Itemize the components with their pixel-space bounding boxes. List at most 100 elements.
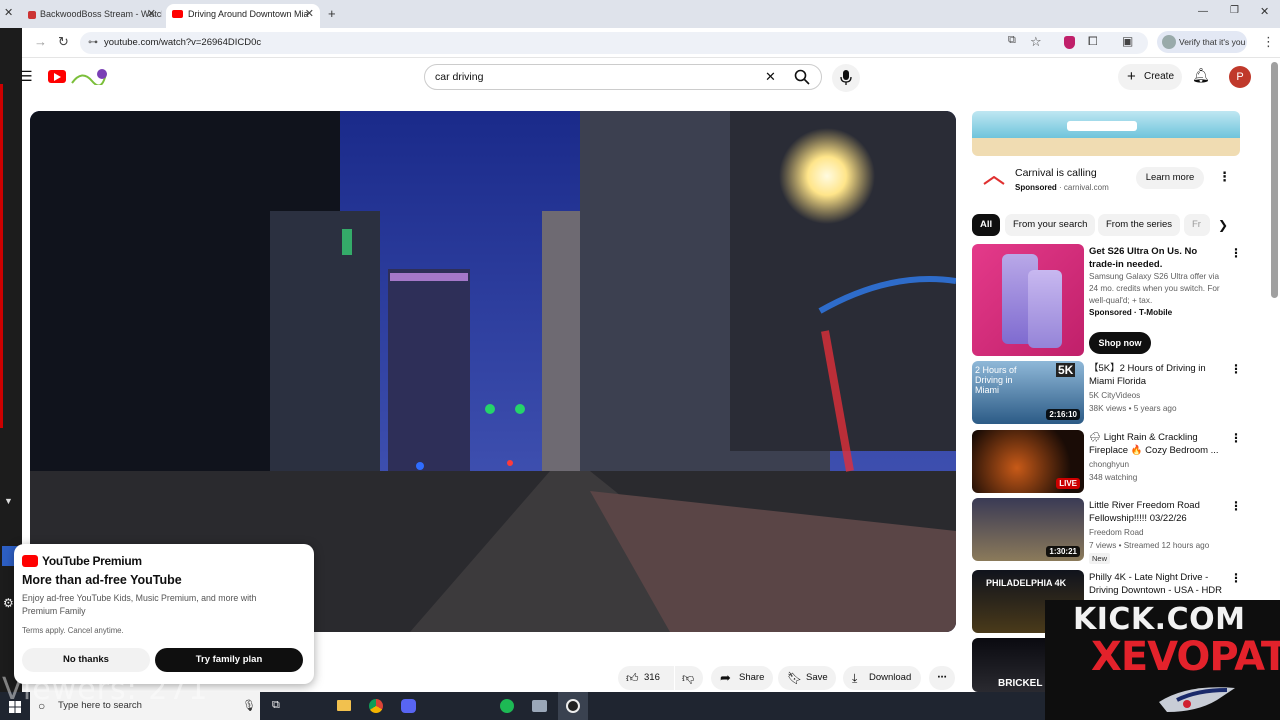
window-menu-icon[interactable]: ✕ [4, 6, 13, 19]
rec-stats: 7 views • Streamed 12 hours ago [1089, 541, 1210, 550]
premium-promo-popup: YouTube Premium More than ad-free YouTub… [14, 544, 314, 684]
rec-thumbnail[interactable]: LIVE [972, 430, 1084, 493]
forward-icon[interactable]: → [34, 34, 47, 49]
premium-heading: More than ad-free YouTube [22, 573, 182, 587]
hamburger-menu-icon[interactable]: ☰ [20, 68, 33, 85]
youtube-logo[interactable] [48, 70, 66, 83]
premium-brand: YouTube Premium [22, 554, 142, 568]
notifications-bell-icon[interactable]: 🔔︎ [1192, 67, 1210, 84]
rec-menu-icon[interactable]: ⋮ [1230, 571, 1242, 585]
rec-thumbnail[interactable] [972, 244, 1084, 356]
sidebar-ad[interactable]: Carnival is calling Sponsored · carnival… [972, 111, 1240, 205]
search-value: car driving [435, 71, 484, 83]
task-view-icon[interactable]: ⧉ [272, 699, 280, 712]
ad-title: Carnival is calling [1015, 167, 1097, 179]
close-window-icon[interactable]: ✕ [1260, 5, 1269, 18]
plus-icon: + [1127, 68, 1136, 85]
thumbs-down-icon: 👎︎ [682, 671, 695, 685]
rec-title[interactable]: Get S26 Ultra On Us. No trade-in needed. [1089, 245, 1225, 271]
team-logo-icon [1157, 682, 1237, 716]
tab-title: BackwoodBoss Stream - Watch [40, 9, 162, 19]
no-thanks-button[interactable]: No thanks [22, 648, 150, 672]
chrome-icon[interactable] [369, 699, 383, 713]
create-button[interactable]: + Create [1118, 64, 1182, 90]
reload-icon[interactable]: ↻ [58, 34, 69, 50]
cast-icon[interactable]: ⧉ [1008, 34, 1016, 47]
save-button[interactable]: 🔖︎ Save [778, 666, 836, 690]
cruise-ship-icon [1067, 121, 1137, 131]
ad-domain: carnival.com [1063, 183, 1109, 192]
browser-menu-icon[interactable]: ⋮ [1262, 34, 1275, 50]
minimize-icon[interactable]: — [1198, 6, 1208, 17]
strip-dropdown-icon[interactable]: ▼ [4, 496, 13, 506]
app-icon[interactable] [532, 700, 547, 712]
save-label: Save [806, 672, 828, 683]
doodle-logo-icon [70, 67, 108, 87]
bookmark-star-icon[interactable]: ☆ [1030, 34, 1042, 50]
site-info-icon[interactable]: ⊶ [88, 32, 98, 54]
more-horizontal-icon: ⋯ [937, 672, 947, 683]
rec-description: Samsung Galaxy S26 Ultra offer via 24 mo… [1089, 272, 1220, 305]
tab-close-icon[interactable]: ✕ [147, 4, 156, 24]
file-explorer-icon[interactable] [337, 700, 351, 711]
url-field[interactable]: ⊶ youtube.com/watch?v=26964DICD0c [80, 32, 1148, 54]
rec-menu-icon[interactable]: ⋮ [1230, 362, 1242, 376]
share-button[interactable]: ➦ Share [711, 666, 773, 690]
ad-banner-image [972, 111, 1240, 156]
youtube-favicon-icon [172, 10, 183, 18]
shield-extension-icon[interactable] [1064, 36, 1075, 49]
shop-now-button[interactable]: Shop now [1089, 332, 1151, 354]
rec-channel[interactable]: Freedom Road [1089, 527, 1225, 539]
extensions-icon[interactable]: ⧠ [1088, 34, 1098, 49]
avatar-letter: P [1236, 71, 1244, 83]
rec-title[interactable]: Philly 4K - Late Night Drive - Driving D… [1089, 571, 1225, 597]
account-avatar[interactable]: P [1229, 66, 1251, 88]
tab-close-icon[interactable]: ✕ [305, 4, 314, 24]
tab-favicon-icon [28, 11, 36, 19]
chip-truncated[interactable]: Fr [1184, 214, 1210, 236]
like-button[interactable]: 👍︎ 316 [618, 666, 674, 690]
browser-tab-bar: ✕ BackwoodBoss Stream - Watch ✕ Driving … [0, 0, 1280, 28]
strip-settings-icon[interactable]: ⚙ [3, 596, 14, 610]
discord-icon[interactable] [401, 699, 416, 713]
rec-title[interactable]: 🌧 Light Rain & Crackling Fireplace 🔥 Coz… [1089, 431, 1225, 457]
strip-red-marker [0, 84, 3, 428]
rec-menu-icon[interactable]: ⋮ [1230, 499, 1242, 513]
rec-channel[interactable]: 5K CityVideos [1089, 390, 1225, 402]
spotify-icon[interactable] [500, 699, 514, 713]
quality-badge: 5K [1056, 363, 1076, 377]
rec-thumbnail[interactable]: 1:30:21 [972, 498, 1084, 561]
search-input[interactable]: car driving ✕ [424, 64, 822, 90]
carnival-logo-icon [982, 173, 1006, 185]
clear-search-icon[interactable]: ✕ [765, 65, 776, 89]
tab-backwoodboss[interactable]: BackwoodBoss Stream - Watch ✕ [22, 4, 162, 28]
rec-thumbnail[interactable]: 2 Hours of Driving in Miami 5K 2:16:10 [972, 361, 1084, 424]
tab-driving-downtown[interactable]: Driving Around Downtown Mia ✕ [166, 4, 320, 28]
profile-avatar-icon [1162, 35, 1176, 49]
rec-title[interactable]: 【5K】2 Hours of Driving in Miami Florida [1089, 362, 1225, 388]
premium-terms: Terms apply. Cancel anytime. [22, 626, 124, 635]
search-button[interactable] [788, 64, 824, 90]
microphone-icon[interactable]: 🎙︎ [242, 692, 256, 720]
page-scrollbar[interactable] [1271, 62, 1278, 298]
verify-profile-chip[interactable]: Verify that it's you [1157, 31, 1247, 53]
chip-all[interactable]: All [972, 214, 1001, 236]
chip-from-your-search[interactable]: From your search [1005, 214, 1096, 236]
restore-icon[interactable]: ❐ [1230, 5, 1239, 16]
more-actions-button[interactable]: ⋯ [929, 666, 955, 690]
voice-search-button[interactable] [832, 64, 860, 92]
learn-more-button[interactable]: Learn more [1136, 167, 1204, 189]
ad-menu-icon[interactable]: ⋮ [1218, 169, 1231, 185]
obs-icon[interactable] [558, 692, 588, 720]
rec-title[interactable]: Little River Freedom Road Fellowship!!!!… [1089, 499, 1225, 525]
chips-next-icon[interactable]: ❯ [1218, 218, 1228, 232]
try-family-plan-button[interactable]: Try family plan [155, 648, 303, 672]
rec-menu-icon[interactable]: ⋮ [1230, 246, 1242, 260]
rec-channel[interactable]: chonghyun [1089, 459, 1225, 471]
new-tab-icon[interactable]: + [328, 6, 336, 21]
download-button[interactable]: ⤓ Download [843, 666, 921, 690]
rec-menu-icon[interactable]: ⋮ [1230, 431, 1242, 445]
dislike-button[interactable]: 👎︎ [675, 666, 703, 690]
chip-from-the-series[interactable]: From the series [1098, 214, 1180, 236]
sidepanel-icon[interactable]: ▣ [1122, 34, 1133, 48]
